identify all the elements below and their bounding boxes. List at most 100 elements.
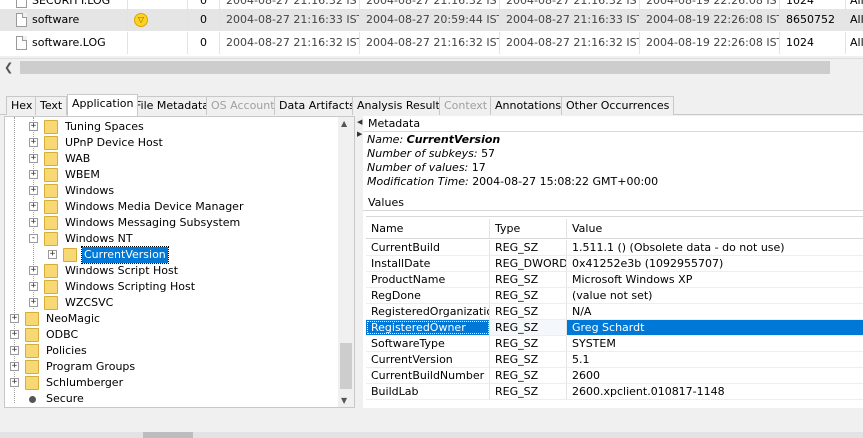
value-name-cell: SoftwareType — [366, 336, 490, 351]
tree-node-label: WZCSVC — [65, 296, 114, 309]
panel-splitter[interactable]: ◀ ▶ — [356, 116, 362, 408]
expand-icon[interactable]: + — [48, 250, 57, 259]
value-row[interactable]: CurrentVersion REG_SZ 5.1 — [366, 352, 863, 368]
file-icon — [16, 0, 27, 8]
tree-node[interactable]: + Tuning Spaces — [5, 119, 335, 135]
folder-icon — [44, 152, 58, 166]
created-time-cell: 2004-08-19 22:26:08 IST — [640, 9, 780, 31]
file-row[interactable]: software.LOG 0 2004-08-27 21:16:32 IST 2004… — [0, 32, 863, 54]
scroll-left-icon[interactable]: ❮ — [4, 61, 13, 74]
value-row[interactable]: ProductName REG_SZ Microsoft Windows XP — [366, 272, 863, 288]
tree-node-label: Windows Messaging Subsystem — [65, 216, 241, 229]
tree-node-label: Program Groups — [46, 360, 136, 373]
registry-tree[interactable]: + Tuning Spaces + UPnP Device Host + WAB + WBEM… — [4, 116, 355, 408]
tab-analysis-results[interactable]: Analysis Results — [352, 96, 451, 115]
tree-node[interactable]: + Windows Script Host — [5, 263, 335, 279]
file-table-horizontal-scrollbar[interactable]: ❮ — [0, 58, 863, 76]
tree-node[interactable]: + ODBC — [5, 327, 335, 343]
expand-icon[interactable]: + — [29, 138, 38, 147]
expand-icon[interactable]: + — [10, 378, 19, 387]
tree-node[interactable]: + Program Groups — [5, 359, 335, 375]
column-header-type[interactable]: Type — [490, 219, 567, 238]
expand-icon[interactable]: + — [29, 122, 38, 131]
folder-icon — [25, 360, 39, 374]
expand-icon[interactable]: + — [10, 314, 19, 323]
metadata-line: Name: CurrentVersion — [367, 133, 500, 147]
content-viewer-tabs: Hex Text Application File Metadata OS Accoun… — [0, 94, 863, 116]
value-row[interactable]: BuildLab REG_SZ 2600.xpclient.010817-1148 — [366, 384, 863, 400]
tree-vertical-scrollbar[interactable]: ▲ ▼ — [338, 117, 354, 407]
scrollbar-thumb[interactable] — [340, 343, 352, 389]
tree-node[interactable]: Secure — [5, 391, 335, 407]
expand-icon[interactable]: + — [29, 282, 38, 291]
value-data-cell: 0x41252e3b (1092955707) — [572, 257, 724, 270]
created-time-cell: 2004-08-19 22:26:08 IST — [640, 32, 780, 54]
expand-icon[interactable]: + — [10, 362, 19, 371]
folder-icon — [25, 328, 39, 342]
tab-file-metadata[interactable]: File Metadata — [130, 96, 214, 115]
tree-node[interactable]: + NeoMagic — [5, 311, 335, 327]
change-time-cell: 2004-08-27 20:59:44 IST — [360, 9, 500, 31]
tree-node-label: Windows Media Device Manager — [65, 200, 244, 213]
column-header-name[interactable]: Name — [366, 219, 490, 238]
tab-application[interactable]: Application — [67, 94, 139, 116]
value-data-cell: 5.1 — [572, 353, 590, 366]
value-data-cell: 2600 — [572, 369, 600, 382]
file-row[interactable]: software ▽ 0 2004-08-27 21:16:33 IST 2004-08… — [0, 9, 863, 31]
collapse-icon[interactable]: - — [29, 234, 38, 243]
collapse-left-icon[interactable]: ◀ — [357, 118, 362, 126]
tree-node[interactable]: - Windows NT — [5, 231, 335, 247]
scrollbar-thumb[interactable] — [143, 432, 193, 438]
metadata-value: 57 — [481, 147, 496, 160]
scroll-up-icon[interactable]: ▲ — [341, 119, 347, 128]
tree-node[interactable]: + Windows Messaging Subsystem — [5, 215, 335, 231]
value-row[interactable]: CurrentBuildNumber REG_SZ 2600 — [366, 368, 863, 384]
file-table[interactable]: SECURITY.LOG 0 2004-08-27 21:16:32 IST 2004… — [0, 0, 863, 56]
expand-icon[interactable]: + — [29, 218, 38, 227]
column-header-value[interactable]: Value — [567, 219, 863, 238]
value-row[interactable]: SoftwareType REG_SZ SYSTEM — [366, 336, 863, 352]
file-name-cell: software — [0, 9, 128, 31]
tree-node[interactable]: + Windows Scripting Host — [5, 279, 335, 295]
expand-icon[interactable]: + — [10, 330, 19, 339]
scroll-down-icon[interactable]: ▼ — [341, 396, 347, 405]
value-row[interactable]: RegDone REG_SZ (value not set) — [366, 288, 863, 304]
folder-icon — [44, 200, 58, 214]
value-name-cell: RegDone — [366, 288, 490, 303]
tree-node[interactable]: + Schlumberger — [5, 375, 335, 391]
expand-icon[interactable]: + — [29, 186, 38, 195]
value-row[interactable]: CurrentBuild REG_SZ 1.511.1 () (Obsolete d… — [366, 240, 863, 256]
expand-icon[interactable]: + — [29, 154, 38, 163]
scrollbar-thumb[interactable] — [20, 61, 830, 74]
values-section-title: Values — [363, 195, 863, 211]
expand-icon[interactable]: + — [10, 346, 19, 355]
tree-node[interactable]: + WZCSVC — [5, 295, 335, 311]
folder-icon — [44, 296, 58, 310]
tree-node[interactable]: + WBEM — [5, 167, 335, 183]
tree-node[interactable]: + Windows Media Device Manager — [5, 199, 335, 215]
tab-annotations[interactable]: Annotations — [490, 96, 567, 115]
expand-icon[interactable]: + — [29, 170, 38, 179]
tab-data-artifacts[interactable]: Data Artifacts — [274, 96, 360, 115]
tree-node-label: ODBC — [46, 328, 79, 341]
values-table[interactable]: Name Type Value CurrentBuild REG_SZ 1.511.… — [366, 216, 863, 408]
tab-hex[interactable]: Hex — [6, 96, 38, 115]
tree-node[interactable]: + UPnP Device Host — [5, 135, 335, 151]
folder-icon — [25, 376, 39, 390]
tree-node[interactable]: + Policies — [5, 343, 335, 359]
tab-other-occurrences[interactable]: Other Occurrences — [561, 96, 675, 115]
bottom-horizontal-scrollbar[interactable] — [0, 432, 863, 438]
tab-text[interactable]: Text — [35, 96, 68, 115]
collapse-right-icon[interactable]: ▶ — [357, 130, 362, 138]
expand-icon[interactable]: + — [29, 266, 38, 275]
tree-node[interactable]: + CurrentVersion — [5, 246, 335, 264]
value-row[interactable]: RegisteredOwner REG_SZ Greg Schardt — [366, 320, 863, 336]
expand-icon[interactable]: + — [29, 202, 38, 211]
tree-node[interactable]: + WAB — [5, 151, 335, 167]
metadata-value: 2004-08-27 15:08:22 GMT+00:00 — [472, 175, 659, 188]
metadata-value: 17 — [471, 161, 486, 174]
tree-node[interactable]: + Windows — [5, 183, 335, 199]
value-row[interactable]: RegisteredOrganization REG_SZ N/A — [366, 304, 863, 320]
expand-icon[interactable]: + — [29, 298, 38, 307]
value-row[interactable]: InstallDate REG_DWORD 0x41252e3b (10929557… — [366, 256, 863, 272]
